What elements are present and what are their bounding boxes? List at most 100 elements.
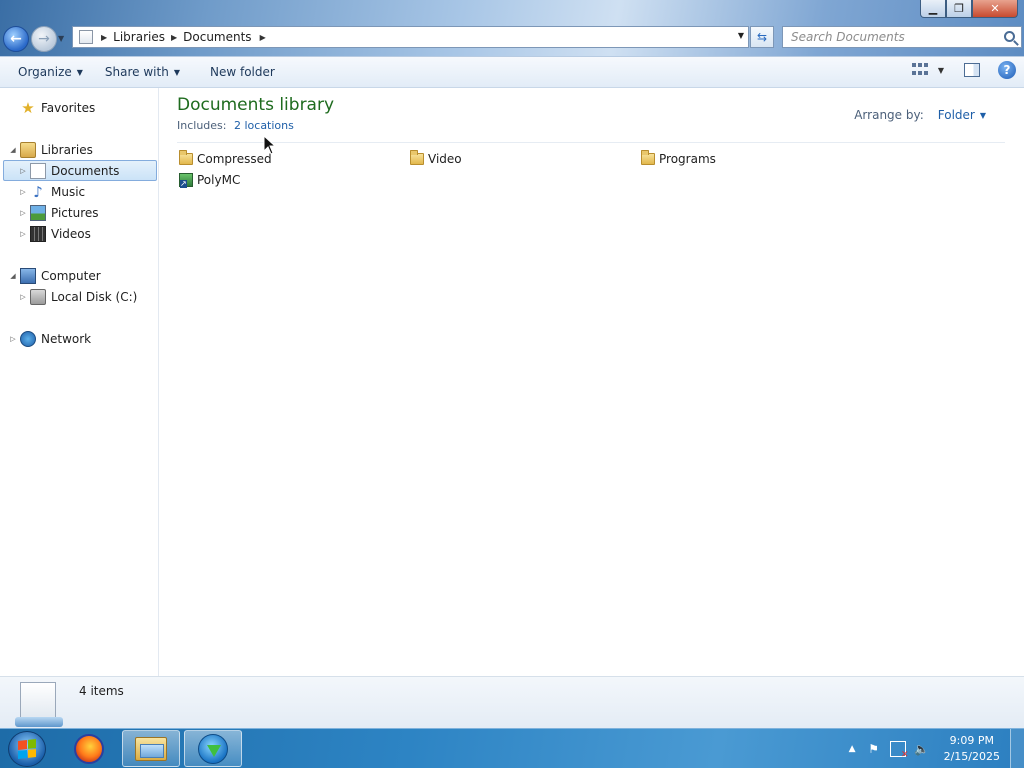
nav-videos[interactable]: ▷ Videos [18,223,91,244]
recent-pages-dropdown[interactable]: ▼ [58,34,64,43]
nav-pictures[interactable]: ▷ Pictures [18,202,99,223]
view-options-dropdown[interactable]: ▼ [938,66,944,75]
nav-computer[interactable]: ◢ Computer [8,265,101,286]
item-count: 4 items [79,684,124,698]
organize-label: Organize [18,65,72,79]
folder-icon [410,150,424,165]
toolbar-right-group: ▼ ? [911,61,1016,79]
collapse-arrow-icon[interactable]: ◢ [8,272,18,280]
share-with-button[interactable]: Share with ▼ [95,59,190,85]
nav-favorites[interactable]: ★ Favorites [8,97,95,118]
arrange-by: Arrange by: Folder ▼ [854,108,986,122]
taskbar-internet-download-manager[interactable] [184,730,242,767]
window-titlebar: ▁ ❐ ✕ ← → ▼ ▶ Libraries ▶ Documents ▶ ▼ … [0,0,1024,56]
expand-arrow-icon[interactable]: ▷ [18,167,28,175]
forward-button[interactable]: → [31,26,57,52]
network-globe-icon [20,330,36,347]
system-tray: ▲ ⚑ 🔈 9:09 PM 2/15/2025 [849,729,1024,768]
folder-icon [179,150,193,165]
organize-button[interactable]: Organize ▼ [8,59,93,85]
new-folder-button[interactable]: New folder [200,59,285,85]
firefox-icon [74,733,104,764]
library-documents-icon [15,682,63,727]
nav-videos-label: Videos [51,226,91,241]
folder-label: Video [428,152,462,166]
expand-arrow-icon[interactable]: ▷ [18,209,28,217]
chevron-down-icon: ▼ [979,110,986,120]
folder-icon [641,150,655,165]
breadcrumb-separator[interactable]: ▶ [260,33,266,42]
folder-item-compressed[interactable]: Compressed [179,150,272,168]
arrange-by-dropdown[interactable]: Folder ▼ [938,108,986,122]
folder-item-programs[interactable]: Programs [641,150,716,168]
show-desktop-button[interactable] [1010,729,1024,768]
pictures-icon [30,204,46,221]
volume-icon[interactable]: 🔈 [914,741,930,757]
refresh-button[interactable]: ⇆ [750,26,774,48]
back-button[interactable]: ← [3,26,29,52]
action-center-icon[interactable]: ⚑ [866,741,882,757]
chevron-down-icon: ▼ [173,67,180,77]
folder-label: Programs [659,152,716,166]
nav-local-disk[interactable]: ▷ Local Disk (C:) [18,286,137,307]
hard-disk-icon [30,288,46,305]
expand-arrow-icon[interactable]: ▷ [18,230,28,238]
start-button[interactable] [8,731,46,767]
nav-documents-label: Documents [51,163,120,178]
document-icon [30,162,46,179]
search-input[interactable] [791,30,991,44]
nav-documents[interactable]: ▷ Documents [3,160,157,181]
clock[interactable]: 9:09 PM 2/15/2025 [944,733,1000,765]
arrange-by-value: Folder [937,108,975,122]
preview-pane-icon[interactable] [964,63,980,77]
taskbar-firefox[interactable] [60,730,118,767]
show-hidden-icons-button[interactable]: ▲ [849,744,856,754]
details-pane: 4 items [0,676,1024,728]
change-view-icon[interactable] [911,63,928,77]
library-includes: Includes: 2 locations [177,119,294,132]
nav-music[interactable]: ▷ ♪ Music [18,181,85,202]
shortcut-icon [179,173,193,188]
address-bar[interactable]: ▶ Libraries ▶ Documents ▶ ▼ [72,26,749,48]
forward-arrow-icon: → [38,31,50,47]
maximize-button[interactable]: ❐ [946,0,972,18]
breadcrumb-libraries[interactable]: Libraries [113,30,165,44]
expand-arrow-icon[interactable]: ▷ [18,293,28,301]
libraries-icon [20,141,36,158]
collapse-arrow-icon[interactable]: ◢ [8,146,18,154]
search-icon[interactable] [1004,31,1015,42]
computer-icon [20,267,36,284]
folder-item-video[interactable]: Video [410,150,462,168]
window-controls: ▁ ❐ ✕ [920,0,1018,18]
nav-libraries-label: Libraries [41,142,93,157]
breadcrumb-separator[interactable]: ▶ [171,33,177,42]
file-list-pane[interactable]: Documents library Includes: 2 locations … [160,88,1024,676]
star-icon: ★ [21,98,35,117]
windows-logo-icon [18,739,36,759]
nav-libraries[interactable]: ◢ Libraries [8,139,93,160]
close-button[interactable]: ✕ [972,0,1018,18]
taskbar-windows-explorer[interactable] [122,730,180,767]
address-location-icon [79,30,93,44]
help-icon[interactable]: ? [998,61,1016,79]
new-folder-label: New folder [209,65,275,79]
breadcrumb-documents[interactable]: Documents [183,30,251,44]
expand-arrow-icon[interactable]: ▷ [18,188,28,196]
search-box[interactable] [782,26,1022,48]
internet-download-manager-icon [198,733,228,764]
nav-network[interactable]: ▷ Network [8,328,91,349]
breadcrumb-separator[interactable]: ▶ [101,33,107,42]
network-disconnected-icon[interactable] [889,741,909,760]
nav-music-label: Music [51,184,86,199]
address-dropdown-button[interactable]: ▼ [738,31,744,40]
music-note-icon: ♪ [33,182,43,201]
header-divider [177,142,1005,143]
includes-label: Includes: [177,119,227,132]
locations-link[interactable]: 2 locations [234,119,294,132]
expand-arrow-icon[interactable]: ▷ [8,335,18,343]
share-with-label: Share with [104,65,169,79]
shortcut-item-polymc[interactable]: PolyMC [179,171,240,189]
minimize-button[interactable]: ▁ [920,0,946,18]
folder-label: Compressed [197,152,272,166]
film-icon [30,225,46,242]
